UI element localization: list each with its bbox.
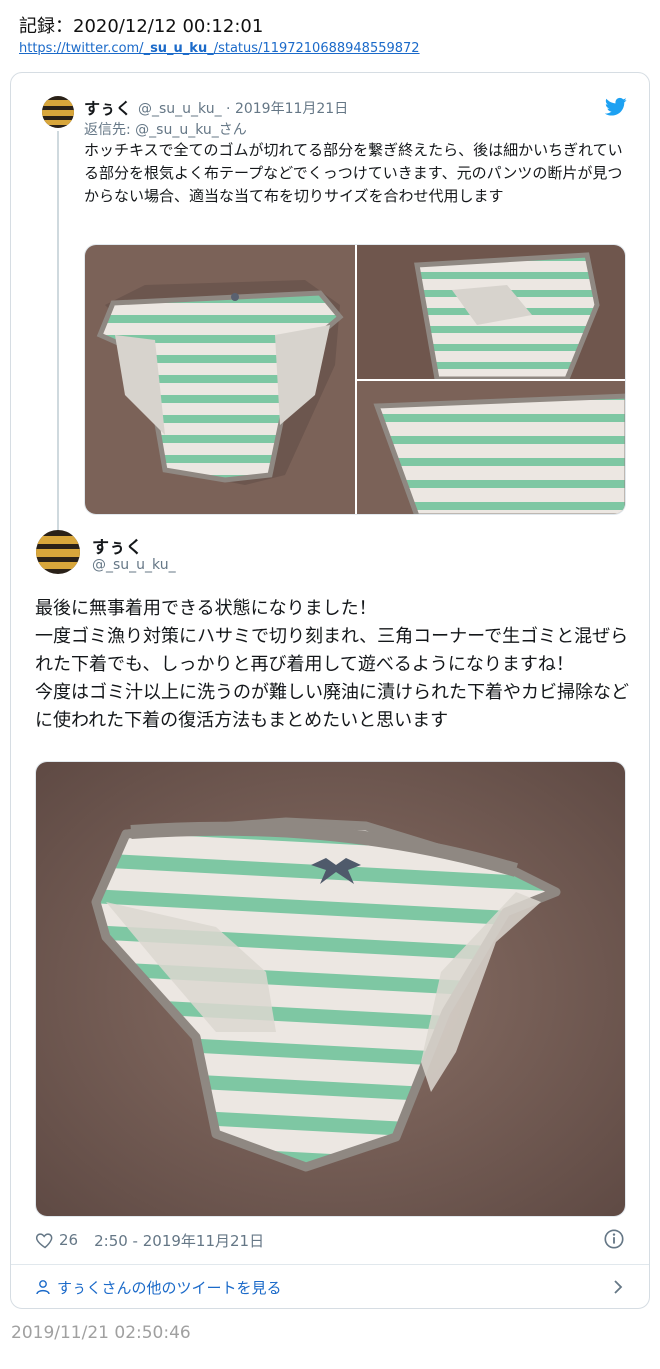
- heart-icon[interactable]: [35, 1230, 55, 1250]
- avatar[interactable]: [36, 530, 80, 574]
- tweet-card: すぅく @_su_u_ku_ · 2019年11月21日 返信先: @_su_u…: [10, 72, 650, 1309]
- chevron-right-icon: [614, 1280, 623, 1294]
- parent-photo-1[interactable]: [85, 245, 355, 514]
- record-link-handle: _su_u_ku_: [143, 41, 214, 56]
- tweet-time[interactable]: 2:50 - 2019年11月21日: [94, 1230, 264, 1251]
- record-link[interactable]: https://twitter.com/_su_u_ku_/status/119…: [19, 41, 420, 56]
- parent-photo-3[interactable]: [357, 381, 625, 514]
- author-name[interactable]: すぅく: [92, 533, 143, 558]
- tweet-photo[interactable]: [35, 761, 626, 1217]
- twitter-bird-icon[interactable]: [605, 97, 627, 117]
- archive-timestamp: 2019/11/21 02:50:46: [11, 1323, 191, 1343]
- record-link-prefix: https://twitter.com/: [19, 41, 144, 56]
- parent-photo-2[interactable]: [357, 245, 625, 379]
- record-title: 記録：2020/12/12 00:12:01: [19, 16, 264, 37]
- divider: [11, 1264, 649, 1265]
- record-link-suffix: /status/1197210688948559872: [213, 41, 420, 56]
- more-tweets-link[interactable]: すぅくさんの他のツイートを見る: [35, 1276, 627, 1298]
- like-count[interactable]: 26: [59, 1231, 78, 1249]
- parent-photo-grid: [84, 244, 626, 515]
- parent-tweet-text: ホッチキスで全てのゴムが切れてる部分を繋ぎ終えたら、後は細かいちぎれている部分を…: [84, 141, 623, 205]
- thread-line: [57, 131, 59, 531]
- parent-author-name[interactable]: すぅく: [84, 95, 132, 119]
- parent-author-handle-date[interactable]: @_su_u_ku_ · 2019年11月21日: [138, 98, 348, 118]
- tweet-meta: 26 2:50 - 2019年11月21日: [35, 1229, 264, 1251]
- avatar[interactable]: [42, 96, 74, 128]
- reply-to-label[interactable]: 返信先: @_su_u_ku_さん: [84, 119, 247, 139]
- info-icon[interactable]: [603, 1228, 625, 1250]
- more-tweets-label: すぅくさんの他のツイートを見る: [57, 1278, 282, 1297]
- person-icon: [36, 1280, 50, 1295]
- tweet-text: 最後に無事着用できる状態になりました！ 一度ゴミ漁り対策にハサミで切り刻まれ、三…: [35, 598, 629, 731]
- author-handle[interactable]: @_su_u_ku_: [92, 557, 176, 573]
